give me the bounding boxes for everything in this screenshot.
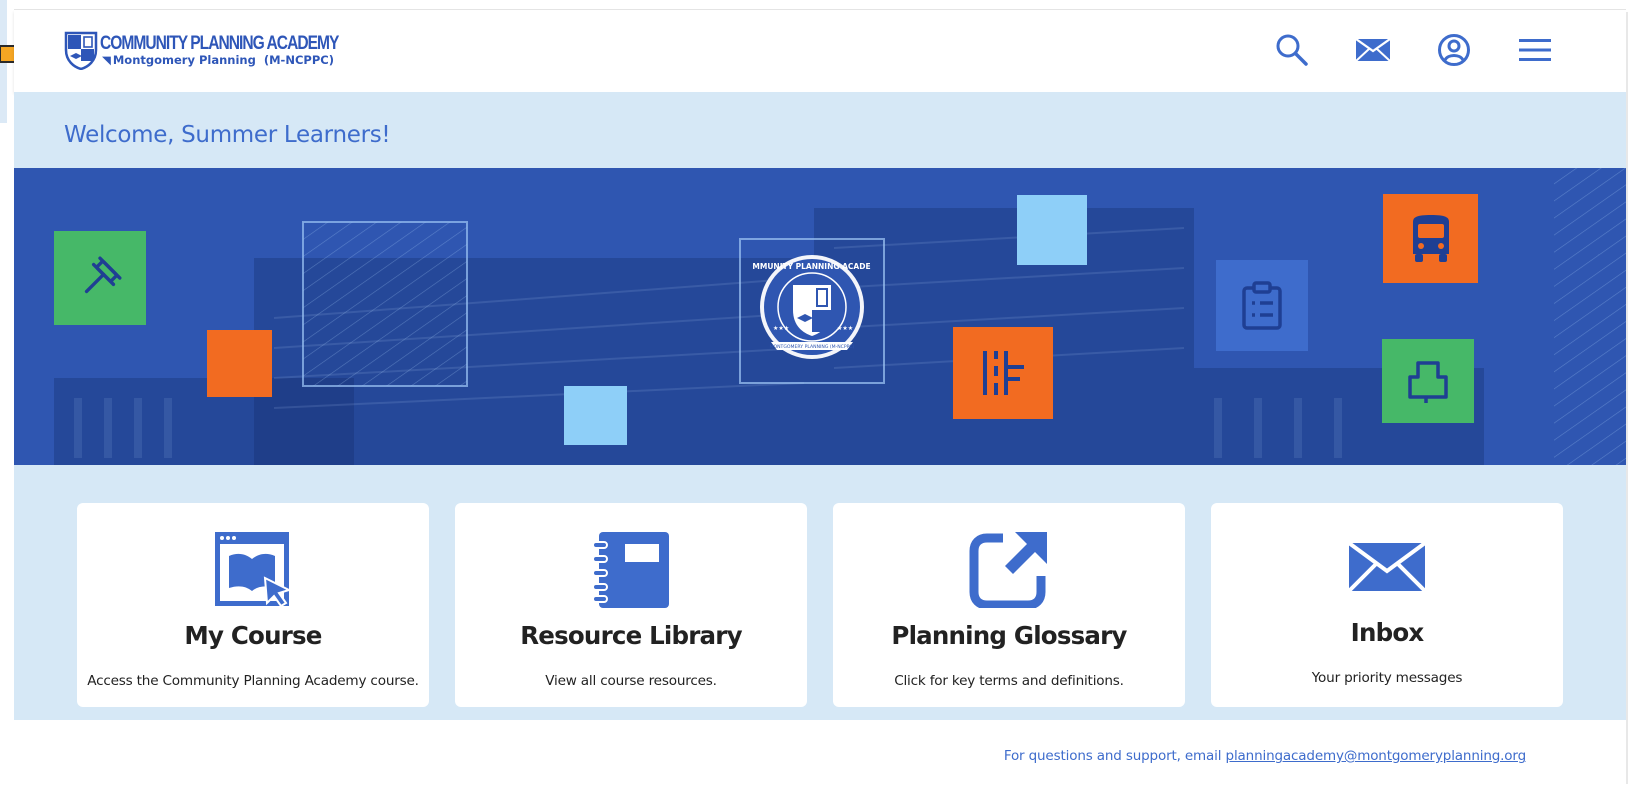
bus-icon bbox=[1412, 214, 1449, 262]
sky-square-top bbox=[1017, 195, 1087, 265]
svg-text:MONTGOMERY PLANNING (M-NCPPC): MONTGOMERY PLANNING (M-NCPPC) bbox=[770, 344, 855, 350]
account-button[interactable] bbox=[1434, 30, 1474, 70]
mail-icon bbox=[1356, 39, 1390, 61]
hero-banner: MONTGOMERY PLANNING (M-NCPPC) COMMUNITY … bbox=[14, 168, 1626, 465]
welcome-band: Welcome, Summer Learners! bbox=[14, 92, 1626, 168]
support-email-link[interactable]: planningacademy@montgomeryplanning.org bbox=[1226, 748, 1527, 764]
site-header: COMMUNITY PLANNING ACADEMY ◥ Montgomery P… bbox=[14, 10, 1626, 92]
resource-library-card[interactable]: Resource Library View all course resourc… bbox=[455, 503, 807, 707]
search-icon bbox=[1276, 34, 1308, 66]
support-text: For questions and support, email bbox=[1003, 748, 1226, 764]
notebook-icon bbox=[592, 532, 669, 608]
external-link-icon bbox=[969, 532, 1047, 608]
gavel-icon bbox=[84, 256, 122, 294]
bus-tile bbox=[1383, 194, 1478, 283]
logo-title: COMMUNITY PLANNING ACADEMY bbox=[100, 32, 339, 54]
book-pointer-icon bbox=[215, 532, 292, 608]
envelope-icon bbox=[1347, 541, 1427, 593]
search-button[interactable] bbox=[1272, 30, 1312, 70]
academy-seal: MONTGOMERY PLANNING (M-NCPPC) COMMUNITY … bbox=[739, 238, 885, 384]
card-title: My Course bbox=[184, 621, 322, 650]
planning-glossary-card[interactable]: Planning Glossary Click for key terms an… bbox=[833, 503, 1185, 707]
card-description: Click for key terms and definitions. bbox=[894, 673, 1124, 689]
card-title: Inbox bbox=[1350, 618, 1425, 647]
cards-band: My Course Access the Community Planning … bbox=[14, 465, 1626, 720]
card-description: View all course resources. bbox=[545, 673, 717, 689]
building-icon bbox=[1408, 361, 1448, 403]
building-tile bbox=[1382, 339, 1474, 423]
card-title: Resource Library bbox=[520, 621, 742, 650]
user-account-icon bbox=[1438, 34, 1470, 66]
floor-plan-icon bbox=[983, 351, 1024, 395]
messages-button[interactable] bbox=[1353, 30, 1393, 70]
card-title: Planning Glossary bbox=[891, 621, 1127, 650]
gavel-tile bbox=[54, 231, 146, 325]
mp-mark-icon: ◥ bbox=[102, 52, 111, 67]
seal-emblem: MONTGOMERY PLANNING (M-NCPPC) COMMUNITY … bbox=[753, 255, 871, 359]
clipboard-list-icon bbox=[1242, 280, 1282, 330]
shield-logo-icon bbox=[64, 31, 98, 70]
my-course-card[interactable]: My Course Access the Community Planning … bbox=[77, 503, 429, 707]
academy-logo[interactable]: COMMUNITY PLANNING ACADEMY ◥ Montgomery P… bbox=[64, 30, 391, 70]
scroll-edge bbox=[1626, 12, 1628, 784]
floor-plan-tile bbox=[953, 327, 1053, 419]
svg-text:COMMUNITY PLANNING ACADEMY: COMMUNITY PLANNING ACADEMY bbox=[753, 262, 871, 271]
sky-square bbox=[564, 386, 627, 445]
card-description: Your priority messages bbox=[1311, 670, 1463, 686]
hamburger-menu-icon bbox=[1519, 39, 1551, 61]
menu-button[interactable] bbox=[1515, 30, 1555, 70]
inbox-card[interactable]: Inbox Your priority messages bbox=[1211, 503, 1563, 707]
clipboard-tile bbox=[1216, 260, 1308, 351]
welcome-heading: Welcome, Summer Learners! bbox=[64, 122, 391, 148]
svg-text:★★★: ★★★ bbox=[837, 325, 853, 332]
header-nav bbox=[1272, 30, 1596, 70]
svg-text:★★★: ★★★ bbox=[773, 325, 789, 332]
card-description: Access the Community Planning Academy co… bbox=[87, 673, 419, 689]
support-note: For questions and support, email plannin… bbox=[1004, 748, 1526, 764]
logo-subtitle: ◥ Montgomery Planning (M-NCPPC) bbox=[102, 52, 334, 67]
orange-square bbox=[207, 330, 272, 397]
